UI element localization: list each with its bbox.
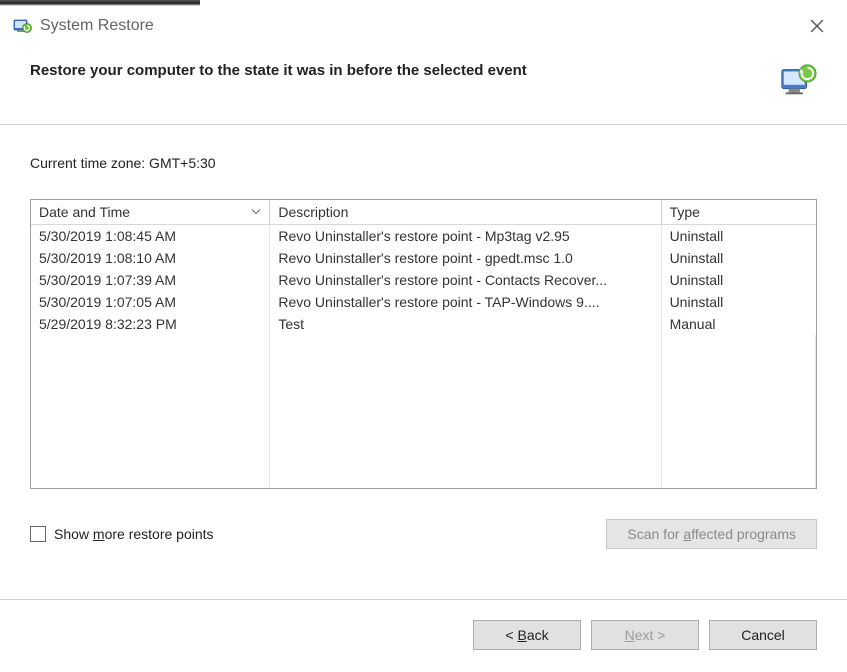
- column-header-type[interactable]: Type: [661, 200, 815, 225]
- column-header-datetime-label: Date and Time: [39, 204, 130, 220]
- table-row[interactable]: 5/30/2019 1:07:05 AMRevo Uninstaller's r…: [31, 291, 816, 313]
- cell-description: Revo Uninstaller's restore point - TAP-W…: [270, 291, 661, 313]
- options-row: Show more restore points Scan for affect…: [30, 519, 817, 549]
- cell-description: Revo Uninstaller's restore point - Conta…: [270, 269, 661, 291]
- table-row[interactable]: 5/30/2019 1:07:39 AMRevo Uninstaller's r…: [31, 269, 816, 291]
- table-row[interactable]: 5/30/2019 1:08:10 AMRevo Uninstaller's r…: [31, 247, 816, 269]
- title-bar: System Restore: [0, 6, 847, 44]
- window-title: System Restore: [40, 17, 154, 35]
- column-header-description-label: Description: [278, 204, 348, 220]
- restore-monitor-icon: [779, 62, 817, 100]
- cell-datetime: 5/30/2019 1:07:05 AM: [31, 291, 270, 313]
- close-icon: [810, 19, 824, 33]
- cell-datetime: 5/29/2019 8:32:23 PM: [31, 313, 270, 335]
- table-row-empty: [31, 467, 816, 489]
- next-button: Next >: [591, 620, 699, 650]
- cell-description: Revo Uninstaller's restore point - gpedt…: [270, 247, 661, 269]
- cell-type: Uninstall: [661, 269, 815, 291]
- table-row-empty: [31, 357, 816, 379]
- table-row-empty: [31, 423, 816, 445]
- cell-type: Uninstall: [661, 247, 815, 269]
- back-button[interactable]: < Back: [473, 620, 581, 650]
- cell-description: Revo Uninstaller's restore point - Mp3ta…: [270, 225, 661, 247]
- checkbox-label: Show more restore points: [54, 526, 214, 542]
- cell-description: Test: [270, 313, 661, 335]
- cell-datetime: 5/30/2019 1:07:39 AM: [31, 269, 270, 291]
- table-row-empty: [31, 401, 816, 423]
- table-row-empty: [31, 379, 816, 401]
- cell-datetime: 5/30/2019 1:08:10 AM: [31, 247, 270, 269]
- checkbox-box: [30, 526, 46, 542]
- show-more-restore-points-checkbox[interactable]: Show more restore points: [30, 526, 214, 542]
- column-header-type-label: Type: [670, 204, 700, 220]
- table-row-empty: [31, 445, 816, 467]
- sort-descending-icon: [251, 207, 261, 218]
- cell-datetime: 5/30/2019 1:08:45 AM: [31, 225, 270, 247]
- table-row[interactable]: 5/29/2019 8:32:23 PMTestManual: [31, 313, 816, 335]
- restore-points-table[interactable]: Date and Time Description Type 5/30/2019…: [30, 199, 817, 489]
- cell-type: Uninstall: [661, 225, 815, 247]
- cancel-button[interactable]: Cancel: [709, 620, 817, 650]
- body-section: Current time zone: GMT+5:30 Date and Tim…: [0, 125, 847, 569]
- table-row-empty: [31, 335, 816, 357]
- cell-type: Manual: [661, 313, 815, 335]
- page-title: Restore your computer to the state it wa…: [30, 62, 759, 79]
- system-restore-icon: [12, 16, 32, 36]
- column-header-description[interactable]: Description: [270, 200, 661, 225]
- scan-affected-programs-button: Scan for affected programs: [606, 519, 817, 549]
- timezone-label: Current time zone: GMT+5:30: [30, 155, 817, 171]
- table-row[interactable]: 5/30/2019 1:08:45 AMRevo Uninstaller's r…: [31, 225, 816, 247]
- column-header-datetime[interactable]: Date and Time: [31, 200, 270, 225]
- cell-type: Uninstall: [661, 291, 815, 313]
- header-section: Restore your computer to the state it wa…: [0, 44, 847, 125]
- footer-buttons: < Back Next > Cancel: [0, 600, 847, 666]
- close-button[interactable]: [799, 12, 835, 40]
